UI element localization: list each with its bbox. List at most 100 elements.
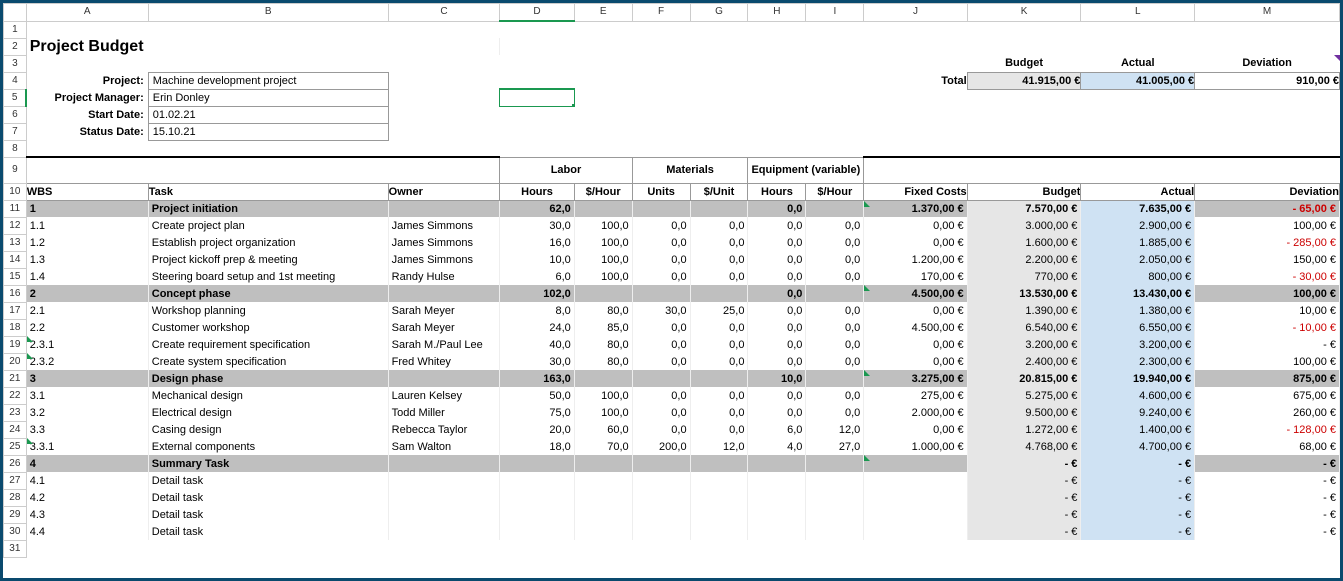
equip-hours-cell[interactable] [748, 506, 806, 523]
owner-cell[interactable]: Sam Walton [388, 438, 500, 455]
owner-cell[interactable] [388, 489, 500, 506]
deviation-cell[interactable]: - € [1195, 336, 1340, 353]
mat-rate-cell[interactable]: 12,0 [690, 438, 748, 455]
task-cell[interactable]: Workshop planning [148, 302, 388, 319]
mat-units-cell[interactable]: 0,0 [632, 251, 690, 268]
deviation-cell[interactable]: 875,00 € [1195, 370, 1340, 387]
owner-cell[interactable] [388, 506, 500, 523]
actual-cell[interactable]: 13.430,00 € [1081, 285, 1195, 302]
actual-cell[interactable]: 4.700,00 € [1081, 438, 1195, 455]
col-F[interactable]: F [632, 4, 690, 22]
task-cell[interactable]: Detail task [148, 506, 388, 523]
equip-hours-cell[interactable]: 6,0 [748, 421, 806, 438]
table-row[interactable]: 294.3Detail task- €- €- € [4, 506, 1340, 523]
deviation-cell[interactable]: 10,00 € [1195, 302, 1340, 319]
task-cell[interactable]: External components [148, 438, 388, 455]
col-B[interactable]: B [148, 4, 388, 22]
labor-hours-cell[interactable]: 8,0 [500, 302, 574, 319]
budget-cell[interactable]: 20.815,00 € [967, 370, 1081, 387]
mat-rate-cell[interactable] [690, 285, 748, 302]
equip-rate-cell[interactable]: 12,0 [806, 421, 864, 438]
table-row[interactable]: 111Project initiation62,00,01.370,00 €7.… [4, 200, 1340, 217]
row-18[interactable]: 18 [4, 319, 27, 336]
wbs-cell[interactable]: 3.1 [26, 387, 148, 404]
labor-rate-cell[interactable]: 80,0 [574, 353, 632, 370]
mat-units-cell[interactable]: 0,0 [632, 268, 690, 285]
row-5[interactable]: 5 [4, 89, 27, 106]
mat-rate-cell[interactable] [690, 370, 748, 387]
row-23[interactable]: 23 [4, 404, 27, 421]
equip-hours-cell[interactable]: 0,0 [748, 302, 806, 319]
row-24[interactable]: 24 [4, 421, 27, 438]
deviation-cell[interactable]: 150,00 € [1195, 251, 1340, 268]
wbs-cell[interactable]: 4.4 [26, 523, 148, 540]
task-cell[interactable]: Steering board setup and 1st meeting [148, 268, 388, 285]
labor-rate-cell[interactable]: 70,0 [574, 438, 632, 455]
spreadsheet-grid[interactable]: A B C D E F G H I J K L M 1 2 Project Bu… [3, 3, 1340, 558]
table-row[interactable]: 223.1Mechanical designLauren Kelsey50,01… [4, 387, 1340, 404]
mat-rate-cell[interactable]: 0,0 [690, 421, 748, 438]
task-cell[interactable]: Create requirement specification [148, 336, 388, 353]
mat-rate-cell[interactable]: 25,0 [690, 302, 748, 319]
wbs-cell[interactable]: 3.3.1 [26, 438, 148, 455]
table-row[interactable]: 243.3Casing designRebecca Taylor20,060,0… [4, 421, 1340, 438]
budget-cell[interactable]: - € [967, 489, 1081, 506]
row-22[interactable]: 22 [4, 387, 27, 404]
equip-hours-cell[interactable]: 0,0 [748, 200, 806, 217]
mat-units-cell[interactable] [632, 506, 690, 523]
mat-rate-cell[interactable] [690, 200, 748, 217]
fixed-cell[interactable] [864, 472, 967, 489]
equip-rate-cell[interactable]: 0,0 [806, 336, 864, 353]
wbs-cell[interactable]: 2 [26, 285, 148, 302]
wbs-cell[interactable]: 4.3 [26, 506, 148, 523]
mat-units-cell[interactable]: 0,0 [632, 319, 690, 336]
status-value[interactable]: 15.10.21 [148, 123, 388, 140]
col-H[interactable]: H [748, 4, 806, 22]
fixed-cell[interactable]: 1.370,00 € [864, 200, 967, 217]
equip-rate-cell[interactable]: 0,0 [806, 217, 864, 234]
fixed-cell[interactable]: 170,00 € [864, 268, 967, 285]
task-cell[interactable]: Design phase [148, 370, 388, 387]
actual-cell[interactable]: 2.900,00 € [1081, 217, 1195, 234]
labor-rate-cell[interactable] [574, 200, 632, 217]
row-13[interactable]: 13 [4, 234, 27, 251]
row-21[interactable]: 21 [4, 370, 27, 387]
row-10[interactable]: 10 [4, 183, 27, 200]
equip-hours-cell[interactable]: 0,0 [748, 353, 806, 370]
equip-hours-cell[interactable]: 0,0 [748, 404, 806, 421]
wbs-cell[interactable]: 1.1 [26, 217, 148, 234]
equip-rate-cell[interactable] [806, 472, 864, 489]
budget-cell[interactable]: 770,00 € [967, 268, 1081, 285]
row-31[interactable]: 31 [4, 540, 27, 557]
wbs-cell[interactable]: 2.2 [26, 319, 148, 336]
fixed-cell[interactable]: 0,00 € [864, 353, 967, 370]
row-8[interactable]: 8 [4, 140, 27, 157]
fixed-cell[interactable] [864, 455, 967, 472]
equip-rate-cell[interactable]: 0,0 [806, 268, 864, 285]
table-row[interactable]: 304.4Detail task- €- €- € [4, 523, 1340, 540]
table-row[interactable]: 284.2Detail task- €- €- € [4, 489, 1340, 506]
table-row[interactable]: 264Summary Task- €- €- € [4, 455, 1340, 472]
equip-rate-cell[interactable]: 0,0 [806, 404, 864, 421]
equip-rate-cell[interactable] [806, 455, 864, 472]
equip-hours-cell[interactable] [748, 489, 806, 506]
row-19[interactable]: 19 [4, 336, 27, 353]
owner-cell[interactable] [388, 285, 500, 302]
mat-units-cell[interactable] [632, 200, 690, 217]
table-row[interactable]: 213Design phase163,010,03.275,00 €20.815… [4, 370, 1340, 387]
wbs-cell[interactable]: 4 [26, 455, 148, 472]
deviation-cell[interactable]: - 10,00 € [1195, 319, 1340, 336]
labor-rate-cell[interactable]: 100,0 [574, 404, 632, 421]
actual-cell[interactable]: - € [1081, 455, 1195, 472]
task-cell[interactable]: Customer workshop [148, 319, 388, 336]
equip-rate-cell[interactable] [806, 506, 864, 523]
table-row[interactable]: 192.3.1Create requirement specificationS… [4, 336, 1340, 353]
fixed-cell[interactable]: 1.200,00 € [864, 251, 967, 268]
labor-rate-cell[interactable]: 80,0 [574, 302, 632, 319]
owner-cell[interactable]: James Simmons [388, 217, 500, 234]
equip-rate-cell[interactable]: 0,0 [806, 251, 864, 268]
mat-units-cell[interactable] [632, 370, 690, 387]
budget-cell[interactable]: - € [967, 472, 1081, 489]
budget-cell[interactable]: 4.768,00 € [967, 438, 1081, 455]
table-row[interactable]: 162Concept phase102,00,04.500,00 €13.530… [4, 285, 1340, 302]
